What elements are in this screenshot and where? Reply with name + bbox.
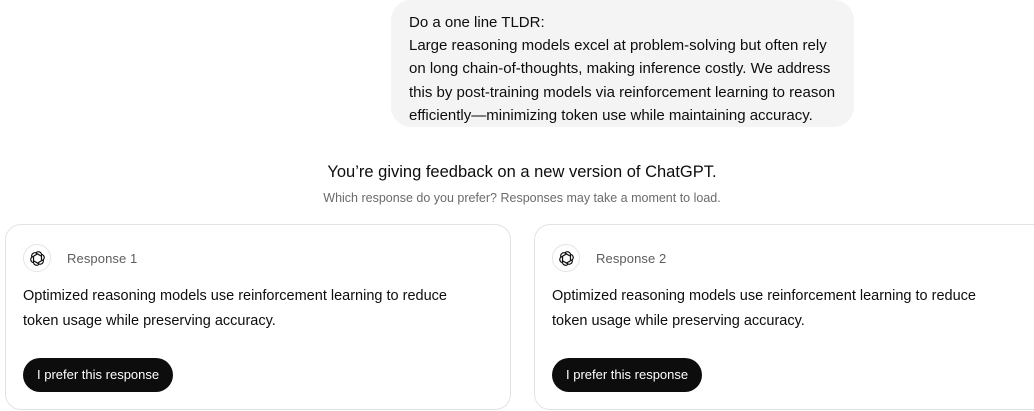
feedback-subtitle: Which response do you prefer? Responses …	[323, 191, 721, 205]
response-text: Optimized reasoning models use reinforce…	[552, 284, 1012, 334]
user-message-line: this by post-training models via reinfor…	[409, 83, 836, 101]
user-message-bubble: Do a one line TLDR: Large reasoning mode…	[391, 0, 854, 127]
user-message-line: Large reasoning models excel at problem-…	[409, 37, 827, 55]
user-message-line: Do a one line TLDR:	[409, 14, 545, 31]
response-text: Optimized reasoning models use reinforce…	[23, 284, 483, 334]
response-text-line: Optimized reasoning models use reinforce…	[23, 288, 447, 304]
response-text-line: token usage while preserving accuracy.	[23, 313, 276, 329]
response-label: Response 1	[67, 250, 138, 266]
response-card-header: Response 1	[23, 243, 137, 273]
response-text-line: token usage while preserving accuracy.	[552, 313, 805, 329]
prefer-response-1-button[interactable]: I prefer this response	[23, 358, 174, 392]
response-card-1: Response 1 Optimized reasoning models us…	[5, 224, 511, 410]
openai-logo-icon	[23, 244, 51, 272]
response-text-line: Optimized reasoning models use reinforce…	[552, 288, 976, 304]
response-card-2: Response 2 Optimized reasoning models us…	[534, 224, 1034, 410]
feedback-title: You’re giving feedback on a new version …	[327, 163, 717, 181]
user-message-line: on long chain-of-thoughts, making infere…	[409, 60, 831, 78]
response-label: Response 2	[596, 250, 667, 266]
openai-logo-icon	[552, 244, 580, 272]
prefer-response-2-button[interactable]: I prefer this response	[552, 358, 703, 392]
response-card-header: Response 2	[552, 243, 666, 273]
user-message-line: efficiently—minimizing token use while m…	[409, 106, 813, 124]
